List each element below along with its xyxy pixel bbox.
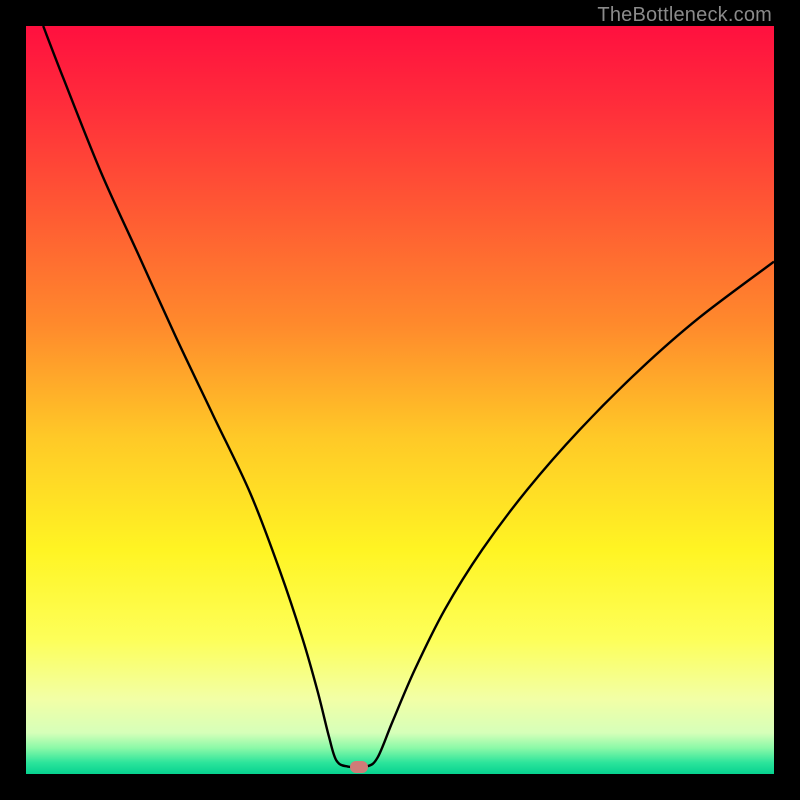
chart-frame: TheBottleneck.com [0,0,800,800]
background-gradient [26,26,774,774]
watermark-text: TheBottleneck.com [597,4,772,27]
current-config-marker [350,761,368,773]
plot-area [26,26,774,774]
